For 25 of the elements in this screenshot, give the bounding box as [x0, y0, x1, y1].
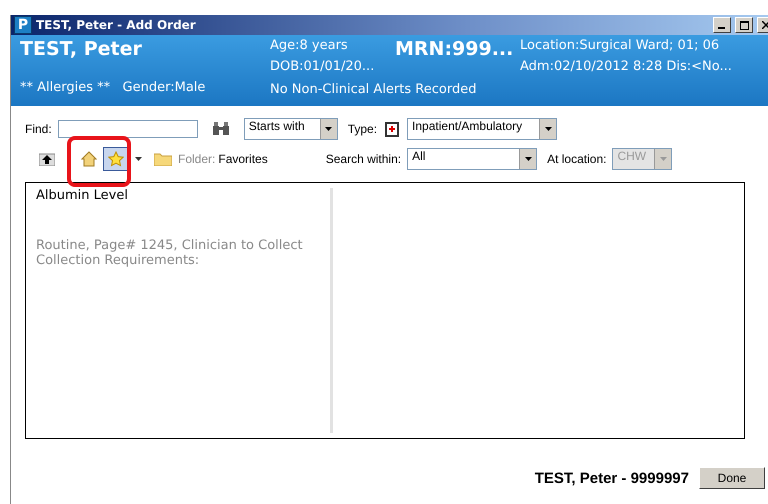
order-detail: Routine, Page# 1245, Clinician to Collect	[36, 238, 304, 253]
search-within-dropdown[interactable]: All	[407, 148, 538, 170]
at-location-label: At location:	[547, 152, 606, 166]
patient-id-label: TEST, Peter - 9999997	[534, 470, 689, 486]
window-title: TEST, Peter - Add Order	[36, 18, 197, 32]
patient-name: TEST, Peter	[20, 38, 142, 62]
location-label: Location:Surgical Ward; 01; 06	[520, 38, 720, 55]
app-logo-icon: P	[14, 16, 32, 34]
mrn-label: MRN:999...	[395, 38, 514, 62]
gender-label: Gender:Male	[122, 80, 206, 95]
match-dropdown[interactable]: Starts with	[244, 118, 338, 140]
alerts-label: No Non-Clinical Alerts Recorded	[270, 82, 476, 99]
find-label: Find:	[25, 122, 52, 136]
admission-label: Adm:02/10/2012 8:28 Dis:<No...	[520, 59, 732, 76]
age-label: Age:8 years	[270, 38, 348, 55]
order-detail: Collection Requirements:	[36, 253, 200, 268]
dob-label: DOB:01/01/20...	[270, 59, 374, 76]
type-label: Type:	[348, 122, 378, 136]
done-button[interactable]: Done	[699, 467, 765, 489]
allergies-label: ** Allergies **	[20, 80, 110, 95]
search-within-label: Search within:	[326, 152, 402, 166]
order-name[interactable]: Albumin Level	[36, 188, 330, 203]
folder-label: Folder:	[178, 152, 216, 166]
type-dropdown[interactable]: Inpatient/Ambulatory	[407, 118, 558, 140]
folder-name: Favorites	[218, 152, 268, 166]
